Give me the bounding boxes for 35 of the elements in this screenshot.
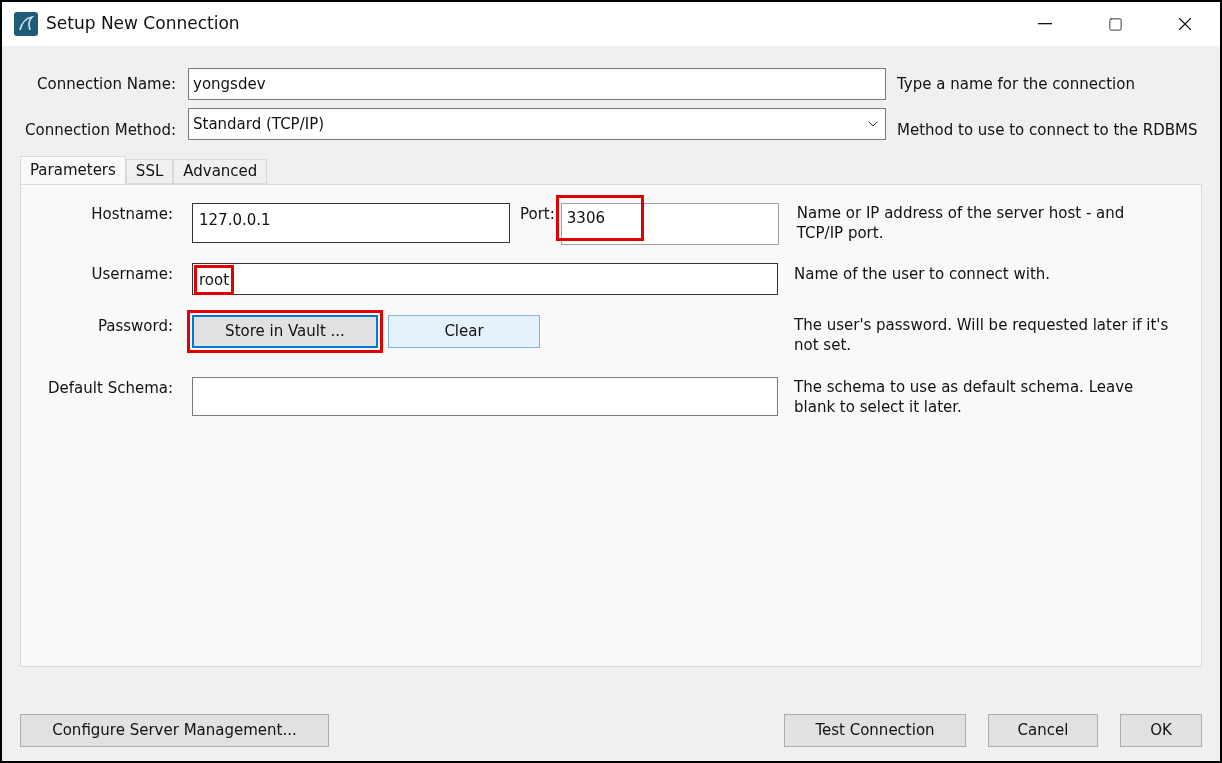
hint-text: The user's password. Will be requested later if it's not set.: [794, 315, 1170, 355]
input-field[interactable]: yongsdev: [188, 68, 886, 100]
dialog-button[interactable]: Test Connection: [784, 714, 966, 747]
tab[interactable]: SSL: [125, 159, 174, 184]
field-label: Username:: [90, 264, 173, 285]
dialog-button[interactable]: Cancel: [988, 714, 1098, 747]
dialog-button[interactable]: OK: [1120, 714, 1202, 747]
minimize-icon: [1038, 23, 1052, 25]
password-button[interactable]: Store in Vault ...: [192, 315, 378, 348]
input-field[interactable]: 127.0.0.1: [192, 203, 510, 243]
window-title: Setup New Connection: [46, 12, 240, 36]
tab[interactable]: Advanced: [173, 159, 268, 184]
field-value: 127.0.0.1: [199, 211, 271, 229]
configure-server-button[interactable]: Configure Server Management...: [20, 714, 329, 747]
field-value: 3306: [566, 209, 605, 227]
dolphin-logo-icon: [14, 12, 38, 36]
field-label: Connection Method:: [24, 119, 176, 141]
tab[interactable]: Parameters: [20, 156, 126, 184]
field-value: root: [199, 271, 230, 289]
field-value: yongsdev: [193, 73, 266, 95]
field-label: Port:: [520, 204, 555, 225]
field-label: Hostname:: [90, 204, 173, 225]
password-button[interactable]: Clear: [388, 315, 540, 348]
hint-text: Type a name for the connection: [897, 73, 1135, 95]
maximize-icon: [1107, 16, 1123, 32]
input-field[interactable]: [192, 377, 778, 416]
hint-text: The schema to use as default schema. Leave blank to select it later.: [794, 377, 1135, 417]
dropdown[interactable]: Standard (TCP/IP): [188, 108, 886, 140]
field-label: Password:: [96, 316, 173, 337]
input-field[interactable]: root: [192, 263, 778, 295]
hint-text: Name or IP address of the server host - and TCP/IP port.: [796, 203, 1126, 243]
hint-text: Name of the user to connect with.: [794, 264, 1052, 285]
hint-text: Method to use to connect to the RDBMS: [897, 119, 1198, 141]
field-label: Connection Name:: [36, 73, 176, 95]
field-label: Default Schema:: [47, 378, 173, 399]
